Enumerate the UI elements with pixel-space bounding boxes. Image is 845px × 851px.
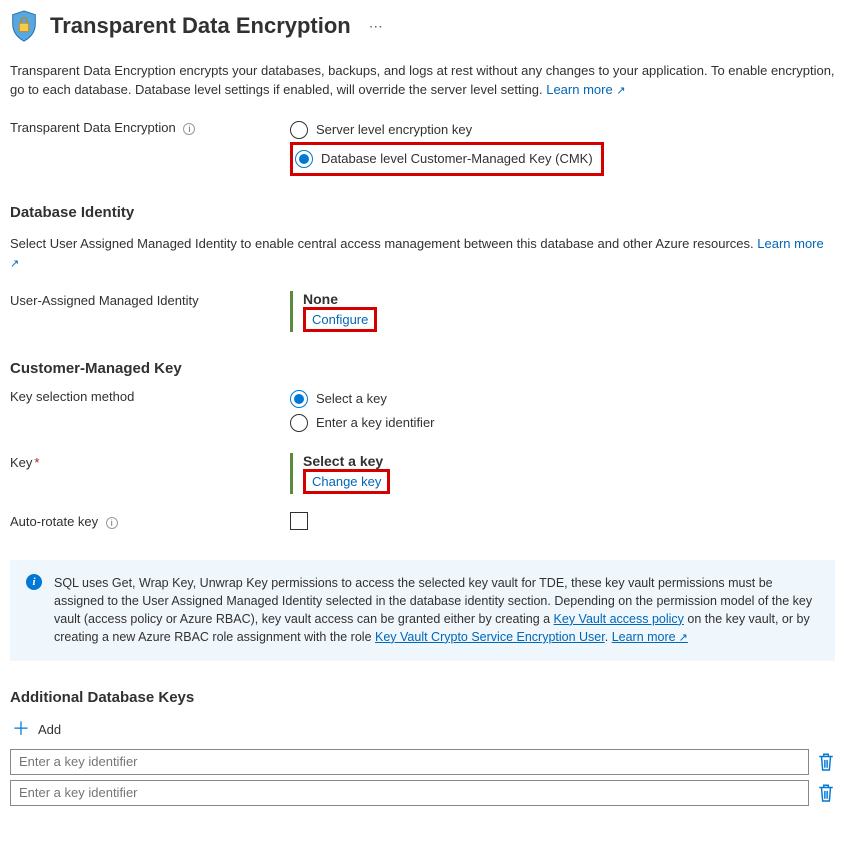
required-indicator: *: [34, 455, 39, 470]
highlight-box-cmk: Database level Customer-Managed Key (CMK…: [290, 142, 604, 176]
learn-more-link[interactable]: Learn more ↗: [612, 630, 688, 644]
radio-label: Server level encryption key: [316, 122, 472, 137]
radio-label: Database level Customer-Managed Key (CMK…: [321, 151, 593, 166]
plus-icon: ＋: [12, 722, 30, 736]
radio-enter-identifier[interactable]: Enter a key identifier: [290, 411, 835, 435]
learn-more-link[interactable]: Learn more ↗: [546, 82, 625, 97]
info-icon[interactable]: i: [183, 123, 195, 135]
page-description: Transparent Data Encryption encrypts you…: [10, 62, 835, 100]
radio-label: Enter a key identifier: [316, 415, 435, 430]
add-key-button[interactable]: ＋ Add: [10, 716, 835, 743]
key-identifier-row: [10, 749, 835, 775]
key-label: Key: [10, 455, 32, 470]
external-link-icon: ↗: [616, 85, 625, 97]
section-cmk: Customer-Managed Key: [10, 360, 835, 377]
key-value: Select a key: [303, 453, 835, 469]
tde-label: Transparent Data Encryption i: [10, 118, 290, 135]
section-additional-keys: Additional Database Keys: [10, 689, 835, 706]
kv-access-policy-link[interactable]: Key Vault access policy: [554, 612, 684, 626]
radio-label: Select a key: [316, 391, 387, 406]
identity-description: Select User Assigned Managed Identity to…: [10, 235, 835, 273]
uami-value-block: None Configure: [290, 291, 835, 332]
highlight-box-change-key: Change key: [303, 469, 390, 494]
uami-value: None: [303, 291, 835, 307]
key-identifier-row: [10, 780, 835, 806]
external-link-icon: ↗: [10, 258, 19, 270]
uami-row: User-Assigned Managed Identity None Conf…: [10, 291, 835, 332]
key-selection-method-row: Key selection method Select a key Enter …: [10, 387, 835, 435]
shield-lock-icon: [10, 10, 38, 42]
info-icon[interactable]: i: [106, 517, 118, 529]
autorotate-checkbox[interactable]: [290, 512, 308, 530]
radio-database-cmk[interactable]: Database level Customer-Managed Key (CMK…: [295, 147, 593, 171]
autorotate-row: Auto-rotate key i: [10, 512, 835, 530]
kv-crypto-role-link[interactable]: Key Vault Crypto Service Encryption User: [375, 630, 605, 644]
info-text: SQL uses Get, Wrap Key, Unwrap Key permi…: [54, 574, 819, 647]
delete-icon[interactable]: [817, 783, 835, 803]
section-database-identity: Database Identity: [10, 204, 835, 221]
info-icon: i: [26, 574, 42, 590]
ksm-label: Key selection method: [10, 387, 290, 404]
info-notice: i SQL uses Get, Wrap Key, Unwrap Key per…: [10, 560, 835, 661]
page-title: Transparent Data Encryption: [50, 13, 351, 39]
delete-icon[interactable]: [817, 752, 835, 772]
highlight-box-configure: Configure: [303, 307, 377, 332]
autorotate-label: Auto-rotate key: [10, 514, 98, 529]
key-identifier-input[interactable]: [10, 749, 809, 775]
configure-link[interactable]: Configure: [312, 312, 368, 327]
page-header: Transparent Data Encryption ⋯: [10, 10, 835, 42]
radio-server-level[interactable]: Server level encryption key: [290, 118, 835, 142]
key-value-block: Select a key Change key: [290, 453, 835, 494]
tde-setting-row: Transparent Data Encryption i Server lev…: [10, 118, 835, 176]
radio-select-key[interactable]: Select a key: [290, 387, 835, 411]
add-label: Add: [38, 722, 61, 737]
key-row: Key* Select a key Change key: [10, 453, 835, 494]
change-key-link[interactable]: Change key: [312, 474, 381, 489]
external-link-icon: ↗: [676, 632, 688, 644]
more-menu-icon[interactable]: ⋯: [363, 18, 389, 35]
uami-label: User-Assigned Managed Identity: [10, 291, 290, 308]
key-identifier-input[interactable]: [10, 780, 809, 806]
